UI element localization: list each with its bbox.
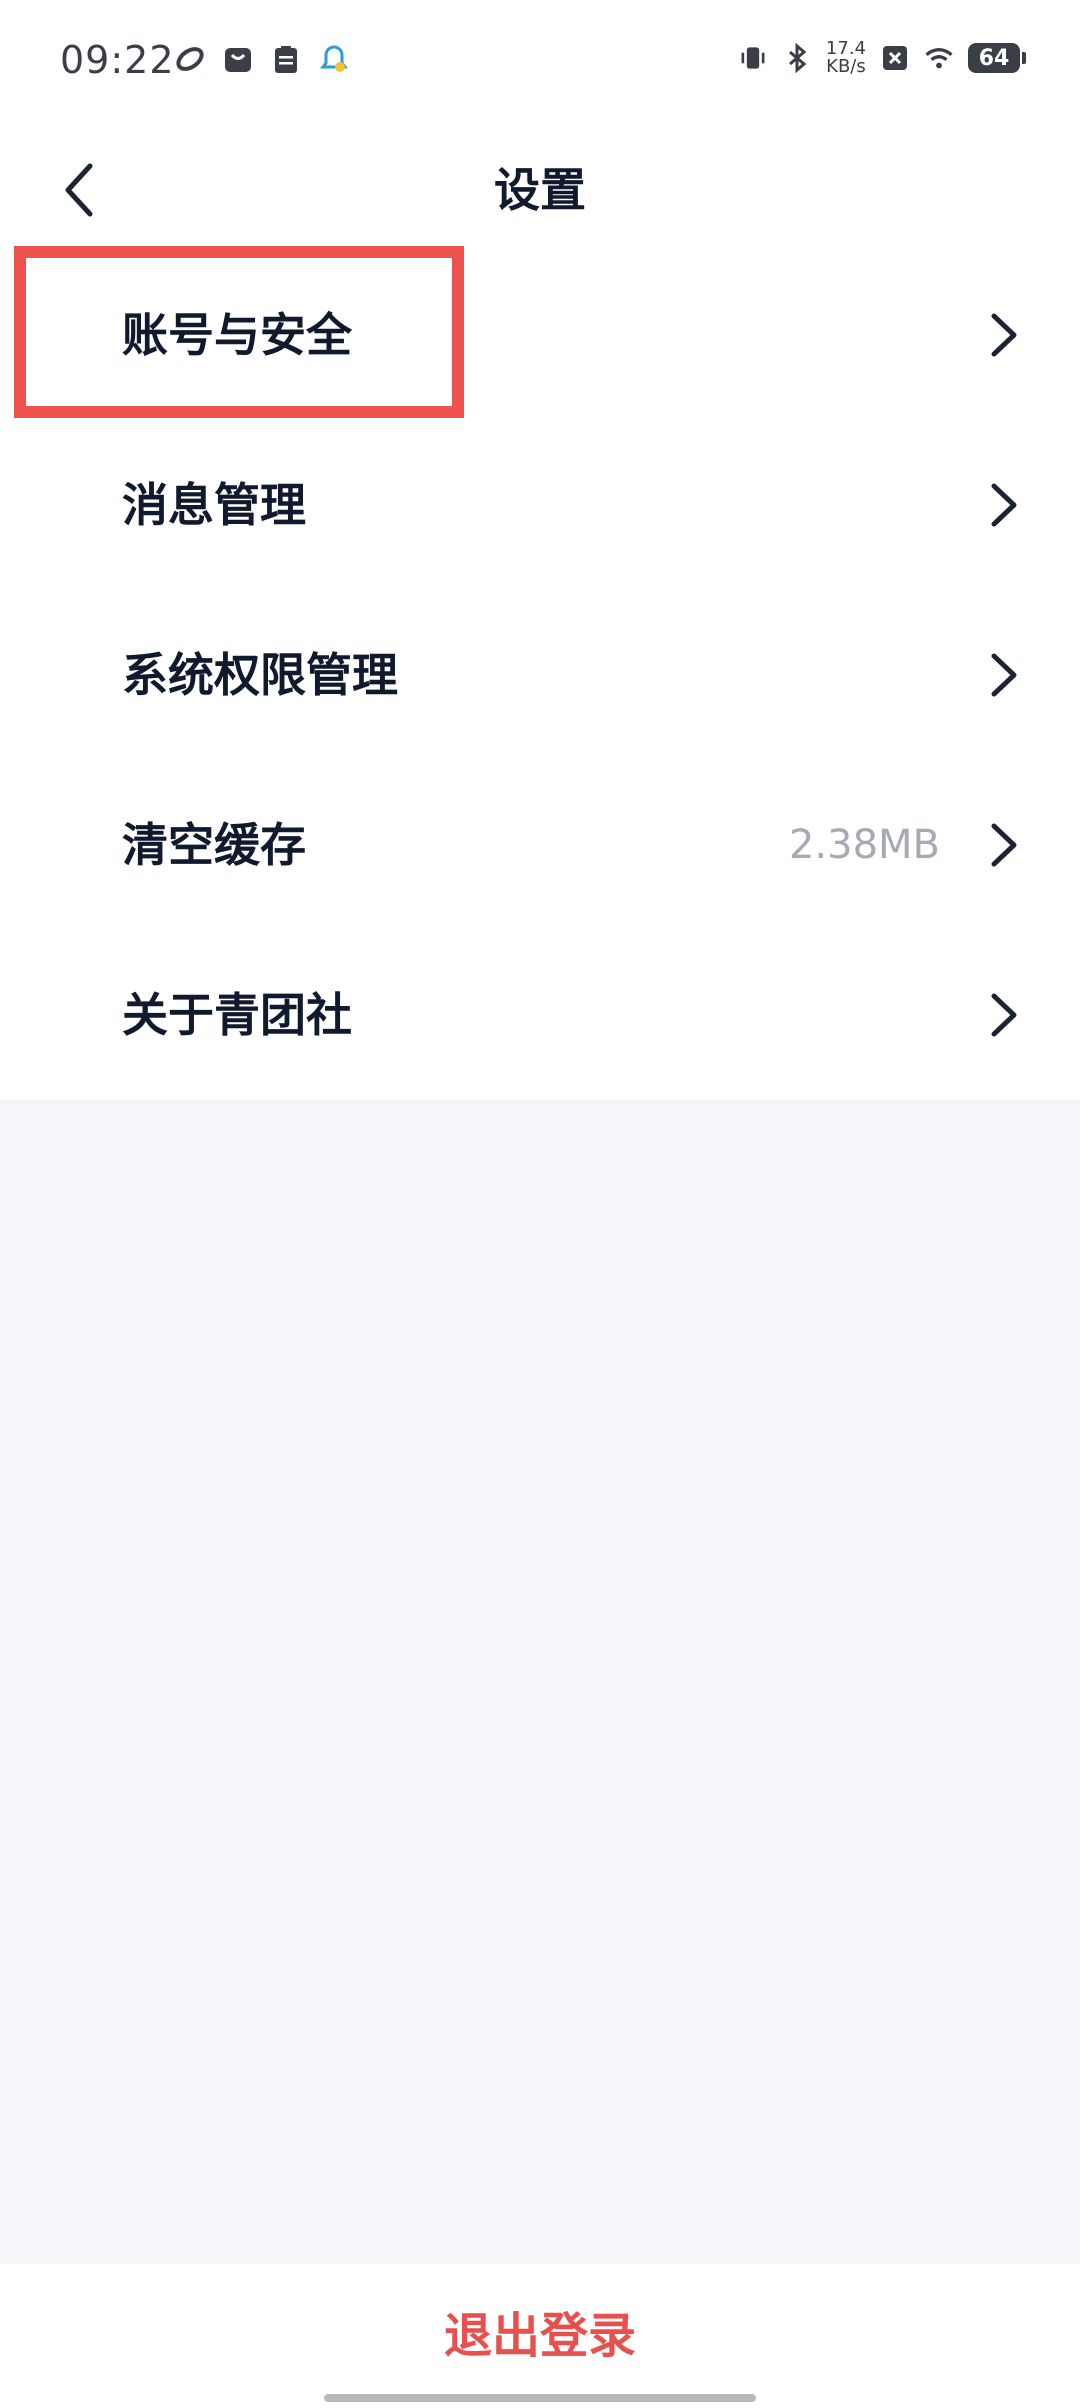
page-title: 设置 [494,163,586,217]
settings-item-account-security[interactable]: 账号与安全 [0,250,1080,420]
settings-item-about[interactable]: 关于青团社 [0,930,1080,1100]
chevron-left-icon [65,163,93,217]
settings-item-system-permissions[interactable]: 系统权限管理 [0,590,1080,760]
settings-item-label: 消息管理 [122,478,306,532]
bluetooth-icon [782,43,812,73]
swirl-icon [175,44,205,74]
chevron-right-icon [991,313,1017,357]
settings-list: 账号与安全 消息管理 系统权限管理 清空缓存 2.38MB 关于青团社 [0,250,1080,1100]
close-box-icon [880,43,910,73]
cache-size-value: 2.38MB [788,822,940,868]
status-system-icons: 17.4 KB/s 64 [738,38,1026,77]
chevron-right-icon [991,993,1017,1037]
logout-button[interactable]: 退出登录 [0,2264,1080,2408]
shopping-bag-icon [223,44,253,74]
chevron-right-icon [991,653,1017,697]
vibrate-icon [738,43,768,73]
settings-item-label: 关于青团社 [122,988,352,1042]
settings-item-label: 账号与安全 [122,308,352,362]
home-indicator[interactable] [324,2394,756,2402]
settings-item-label: 系统权限管理 [122,648,398,702]
logout-bar: 退出登录 [0,2264,1080,2408]
status-bar: 09:22 17.4 KB/s 64 [0,0,1080,130]
status-notification-icons [175,44,349,74]
battery-indicator: 64 [968,43,1026,73]
back-button[interactable] [40,150,120,230]
settings-item-clear-cache[interactable]: 清空缓存 2.38MB [0,760,1080,930]
navigation-bar: 设置 [0,130,1080,250]
chevron-right-icon [991,483,1017,527]
wifi-icon [924,43,954,73]
network-speed: 17.4 KB/s [825,38,866,77]
chevron-right-icon [991,823,1017,867]
bell-icon [319,44,349,74]
status-time: 09:22 [60,38,175,82]
clipboard-icon [271,44,301,74]
settings-item-label: 清空缓存 [122,818,306,872]
settings-item-message-management[interactable]: 消息管理 [0,420,1080,590]
